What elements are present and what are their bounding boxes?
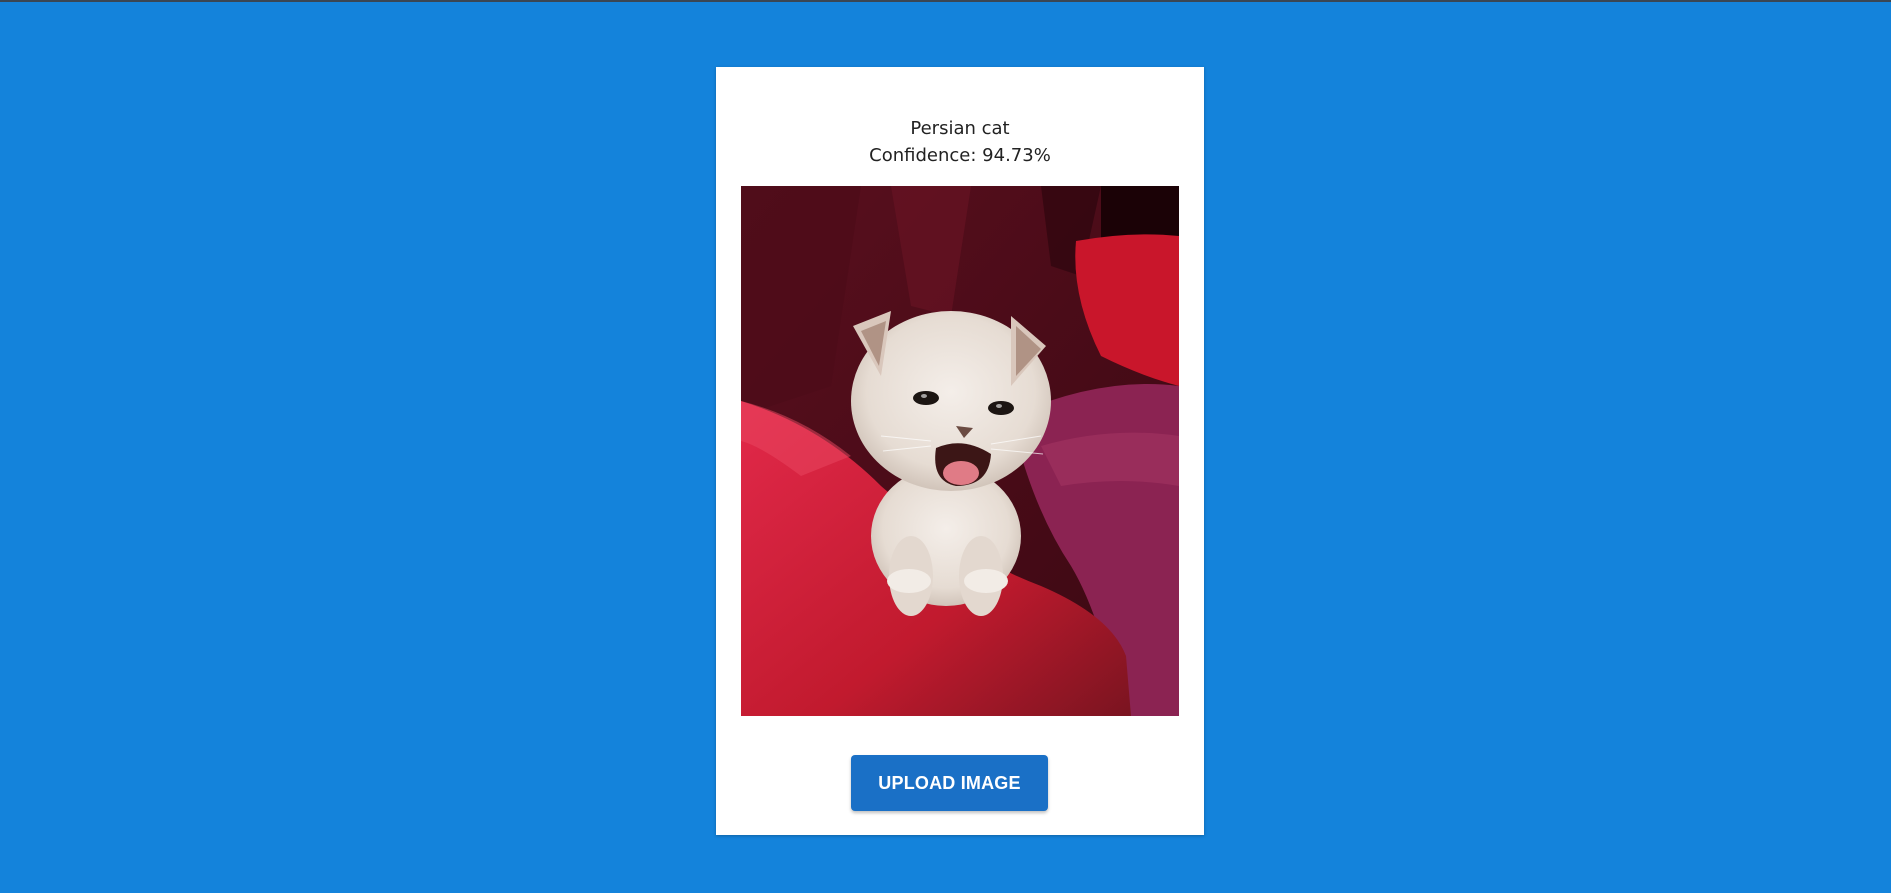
uploaded-image <box>741 186 1179 716</box>
kitten-photo <box>741 186 1179 716</box>
prediction-result: Persian cat Confidence: 94.73% <box>716 115 1204 169</box>
upload-image-button[interactable]: UPLOAD IMAGE <box>851 755 1048 811</box>
prediction-label: Persian cat <box>910 118 1010 139</box>
prediction-confidence: Confidence: 94.73% <box>869 145 1051 166</box>
window-top-border <box>0 0 1891 2</box>
classifier-card: Persian cat Confidence: 94.73% UPLOAD IM… <box>716 67 1204 835</box>
